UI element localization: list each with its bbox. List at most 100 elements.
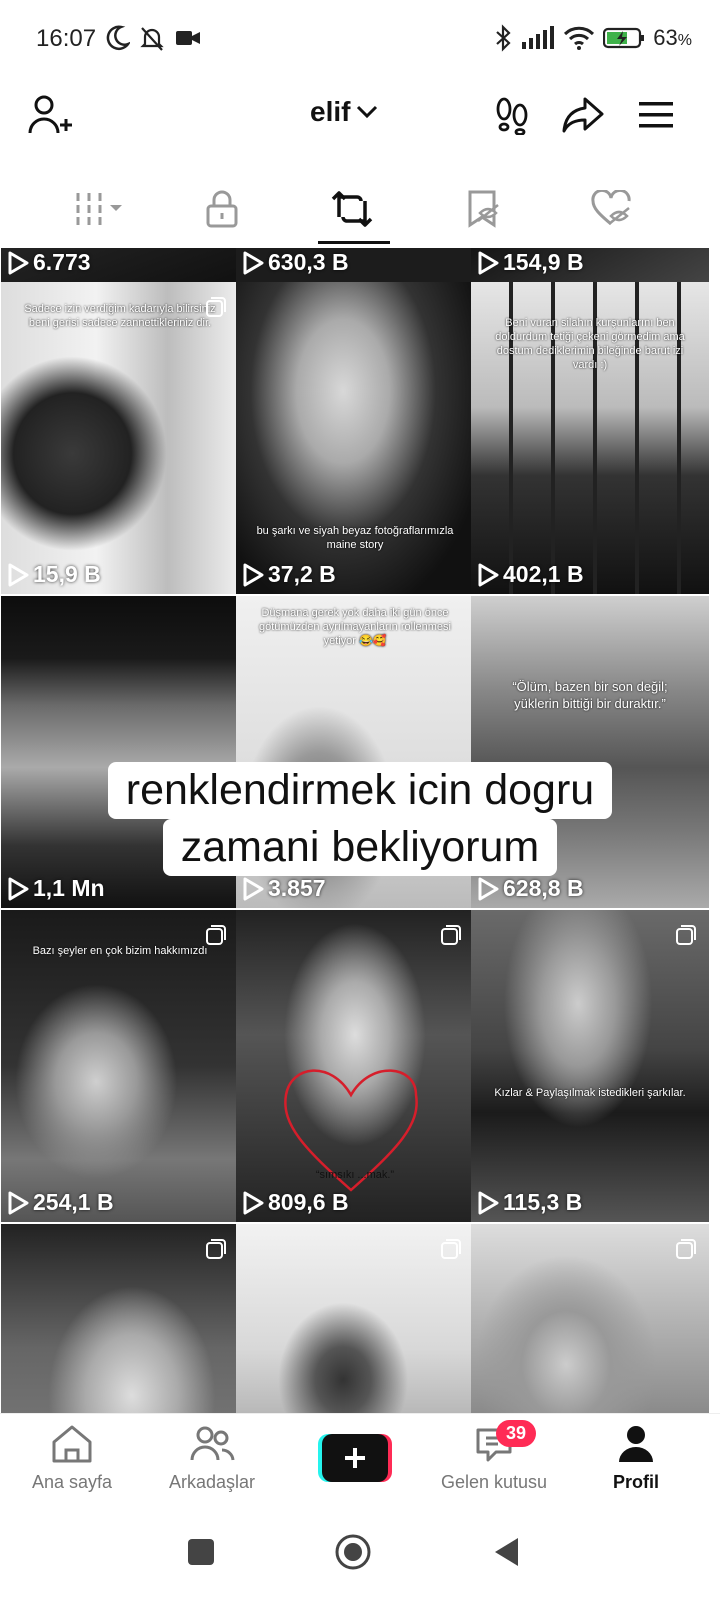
tab-reposts[interactable] [302, 178, 402, 240]
plus-icon [345, 1448, 365, 1468]
bottom-navigation: Ana sayfa Arkadaşlar 39 Gelen kutusu Pro… [0, 1413, 720, 1514]
nav-home-label: Ana sayfa [31, 1472, 113, 1492]
view-count: 809,6 B [268, 1189, 349, 1215]
active-tab-indicator [318, 241, 390, 244]
nav-friends-label: Arkadaşlar [168, 1472, 256, 1492]
video-caption: bu şarkı ve siyah beyaz fotoğraflarımızl… [256, 525, 454, 551]
grid-filter-icon [76, 193, 122, 225]
recents-button[interactable] [186, 1537, 216, 1567]
video-caption: “sımsıkı ...mak.” [315, 1169, 395, 1181]
square-icon [188, 1539, 214, 1565]
lock-icon [206, 190, 238, 228]
video-thumbnail [236, 1224, 474, 1413]
share-arrow-icon [562, 97, 604, 133]
play-icon [478, 877, 499, 900]
photo-carousel-icon [441, 925, 461, 945]
play-icon [243, 251, 264, 274]
video-tile[interactable] [1, 1224, 239, 1413]
video-tile[interactable] [471, 1224, 709, 1413]
add-friend-button[interactable] [24, 80, 76, 150]
video-thumbnail [1, 1224, 239, 1413]
home-system-button[interactable] [334, 1533, 372, 1571]
video-tile[interactable]: 630,3 B [236, 248, 474, 282]
circle-icon [335, 1534, 371, 1570]
tab-liked[interactable] [562, 178, 662, 240]
photo-carousel-icon [676, 925, 696, 945]
hamburger-menu-icon [639, 102, 673, 128]
play-icon [478, 251, 499, 274]
person-plus-icon [28, 95, 72, 134]
video-tile[interactable]: 154,9 B [471, 248, 709, 282]
profile-tabs [0, 178, 720, 248]
video-caption: “Ölüm, bazen bir son değil; yüklerin bit… [512, 679, 668, 711]
view-count: 37,2 B [268, 561, 336, 587]
status-bar: 16:07 63% [0, 0, 720, 80]
play-icon [8, 877, 29, 900]
chevron-down-icon [357, 105, 378, 119]
photo-carousel-icon [206, 1239, 226, 1259]
nav-home[interactable]: Ana sayfa [0, 1414, 144, 1509]
tab-private[interactable] [172, 178, 272, 240]
play-icon [8, 251, 29, 274]
video-caption: Kızlar & Paylaşılmak istedikleri şarkıla… [494, 1087, 686, 1099]
photo-carousel-icon [676, 1239, 696, 1259]
battery-percent: 63% [653, 25, 692, 50]
account-switcher[interactable]: elif [310, 96, 378, 128]
video-tile[interactable]: Kızlar & Paylaşılmak istedikleri şarkıla… [471, 910, 709, 1222]
view-count: 630,3 B [268, 249, 349, 275]
signal-icon [522, 26, 555, 49]
system-navigation-bar [0, 1513, 720, 1600]
nav-inbox-label: Gelen kutusu [440, 1472, 548, 1492]
battery-icon [603, 27, 645, 49]
overlay-line-2: zamani bekliyorum [162, 819, 558, 876]
video-caption: Bazı şeyler en çok bizim hakkımızdı [32, 945, 208, 957]
view-count: 6.773 [33, 249, 91, 275]
inbox-badge: 39 [496, 1420, 537, 1447]
nav-friends[interactable]: Arkadaşlar [140, 1414, 284, 1509]
play-icon [478, 1191, 499, 1214]
create-button[interactable] [318, 1434, 392, 1482]
bookmark-hidden-icon [468, 190, 499, 228]
back-system-button[interactable] [492, 1535, 522, 1569]
menu-button[interactable] [634, 80, 678, 150]
text-overlay: renklendirmek icin dogru zamani bekliyor… [0, 762, 720, 876]
play-icon [243, 563, 264, 586]
video-caption: Düşmana gerek yok daha iki gün önce götü… [259, 607, 451, 647]
video-caption: Sadece izin verdiğim kadarıyla bilirsini… [24, 303, 216, 329]
muted-bell-icon [140, 27, 164, 51]
nav-profile[interactable]: Profil [564, 1414, 708, 1509]
play-icon [8, 1191, 29, 1214]
wifi-icon [564, 26, 595, 50]
profile-person-icon [619, 1426, 653, 1462]
video-tile[interactable] [236, 1224, 474, 1413]
play-icon [478, 563, 499, 586]
heart-hidden-icon [591, 190, 631, 226]
view-count: 3.857 [268, 875, 326, 901]
username: elif [310, 96, 351, 127]
video-tile[interactable]: Bazı şeyler en çok bizim hakkımızdı 254,… [1, 910, 239, 1222]
footprints-icon [496, 97, 528, 135]
tab-videos[interactable] [50, 178, 150, 240]
nav-profile-label: Profil [612, 1472, 659, 1492]
friends-icon [190, 1426, 235, 1461]
view-count: 402,1 B [503, 561, 584, 587]
video-camera-icon [176, 31, 200, 45]
video-tile[interactable]: 6.773 [1, 248, 239, 282]
tab-favorites[interactable] [434, 178, 534, 240]
photo-carousel-icon [441, 1239, 461, 1259]
nav-inbox[interactable]: Gelen kutusu [422, 1414, 566, 1509]
video-thumbnail [471, 910, 709, 1222]
photo-carousel-icon [206, 297, 226, 317]
video-tile[interactable]: Beni vuran silahın kurşunlarını ben dold… [471, 282, 709, 594]
profile-header: elif [0, 80, 720, 150]
home-icon [52, 1425, 92, 1463]
profile-views-button[interactable] [490, 80, 534, 150]
video-tile[interactable]: bu şarkı ve siyah beyaz fotoğraflarımızl… [236, 282, 474, 594]
bluetooth-icon [496, 24, 511, 52]
share-profile-button[interactable] [560, 80, 606, 150]
play-icon [243, 1191, 264, 1214]
video-tile[interactable]: “sımsıkı ...mak.” 809,6 B [236, 910, 474, 1222]
video-caption: Beni vuran silahın kurşunlarını ben dold… [495, 317, 685, 371]
back-triangle-icon [495, 1538, 518, 1566]
video-tile[interactable]: Sadece izin verdiğim kadarıyla bilirsini… [1, 282, 239, 594]
